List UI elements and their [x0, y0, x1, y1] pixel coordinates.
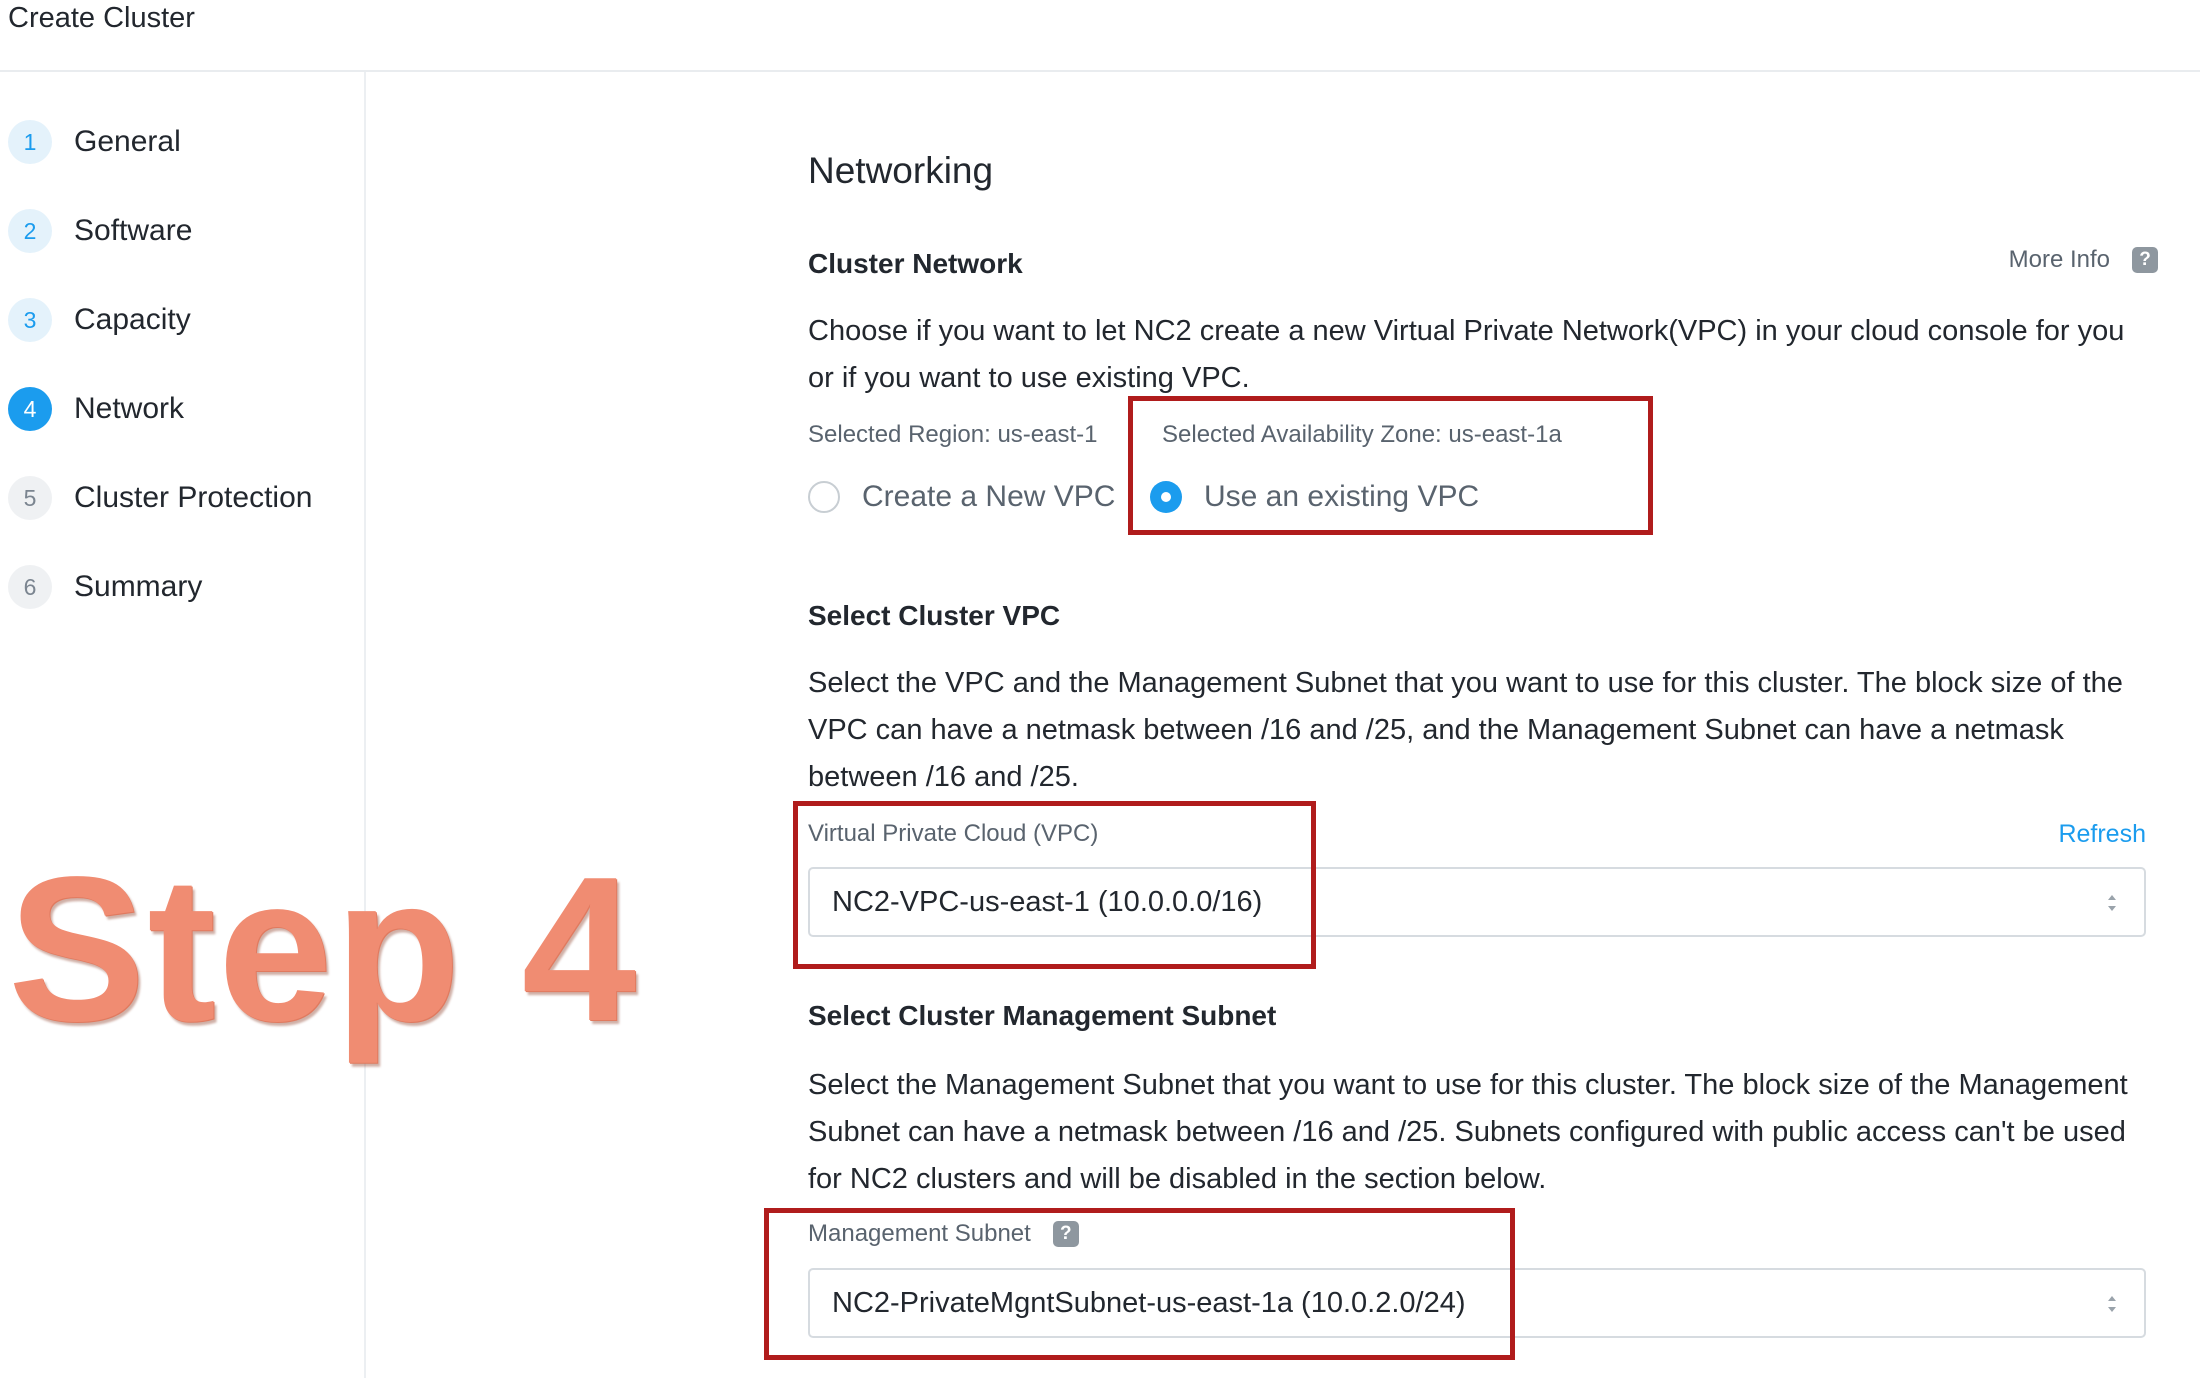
radio-label: Create a New VPC: [862, 480, 1116, 513]
step-general[interactable]: 1 General: [8, 117, 181, 167]
select-arrows-icon: [2108, 895, 2116, 911]
page-title: Create Cluster: [8, 2, 195, 34]
select-cluster-vpc-heading: Select Cluster VPC: [808, 600, 1061, 631]
step-number: 2: [8, 209, 52, 253]
refresh-link[interactable]: Refresh: [2058, 820, 2146, 849]
step-capacity[interactable]: 3 Capacity: [8, 295, 191, 345]
step-network[interactable]: 4 Network: [8, 384, 184, 434]
wizard-sidebar: 1 General 2 Software 3 Capacity 4 Networ…: [0, 72, 366, 1378]
step-number: 5: [8, 476, 52, 520]
highlight-box-mgmt-subnet: [764, 1208, 1515, 1360]
step-label: Cluster Protection: [74, 481, 313, 514]
step-summary[interactable]: 6 Summary: [8, 562, 202, 612]
select-mgmt-subnet-heading: Select Cluster Management Subnet: [808, 1000, 1277, 1031]
step-label: Network: [74, 392, 185, 425]
cluster-vpc-description: Select the VPC and the Management Subnet…: [808, 667, 2123, 793]
step-label: Capacity: [74, 303, 191, 336]
highlight-box-vpc-select: [793, 801, 1316, 969]
radio-button[interactable]: [808, 481, 840, 513]
step-cluster-protection[interactable]: 5 Cluster Protection: [8, 473, 312, 523]
selected-region: Selected Region: us-east-1: [808, 421, 1098, 448]
question-icon: ?: [2132, 247, 2158, 273]
step-software[interactable]: 2 Software: [8, 206, 192, 256]
cluster-network-heading: Cluster Network: [808, 248, 1023, 279]
section-title: Networking: [808, 150, 994, 191]
step-number: 1: [8, 120, 52, 164]
step-annotation: Step 4: [8, 834, 639, 1064]
step-label: Software: [74, 214, 193, 247]
more-info-label: More Info: [2008, 246, 2110, 273]
step-number: 4: [8, 387, 52, 431]
step-label: General: [74, 125, 181, 158]
cluster-network-description: Choose if you want to let NC2 create a n…: [808, 315, 2125, 394]
main-content: Networking Cluster Network More Info ? C…: [808, 0, 2158, 1378]
step-number: 3: [8, 298, 52, 342]
step-number: 6: [8, 565, 52, 609]
radio-create-new-vpc[interactable]: Create a New VPC: [808, 480, 1115, 514]
highlight-box-vpc-option: [1128, 396, 1653, 535]
mgmt-subnet-description: Select the Management Subnet that you wa…: [808, 1069, 2128, 1195]
step-label: Summary: [74, 570, 203, 603]
more-info-link[interactable]: More Info ?: [2009, 246, 2158, 274]
select-arrows-icon: [2108, 1296, 2116, 1312]
